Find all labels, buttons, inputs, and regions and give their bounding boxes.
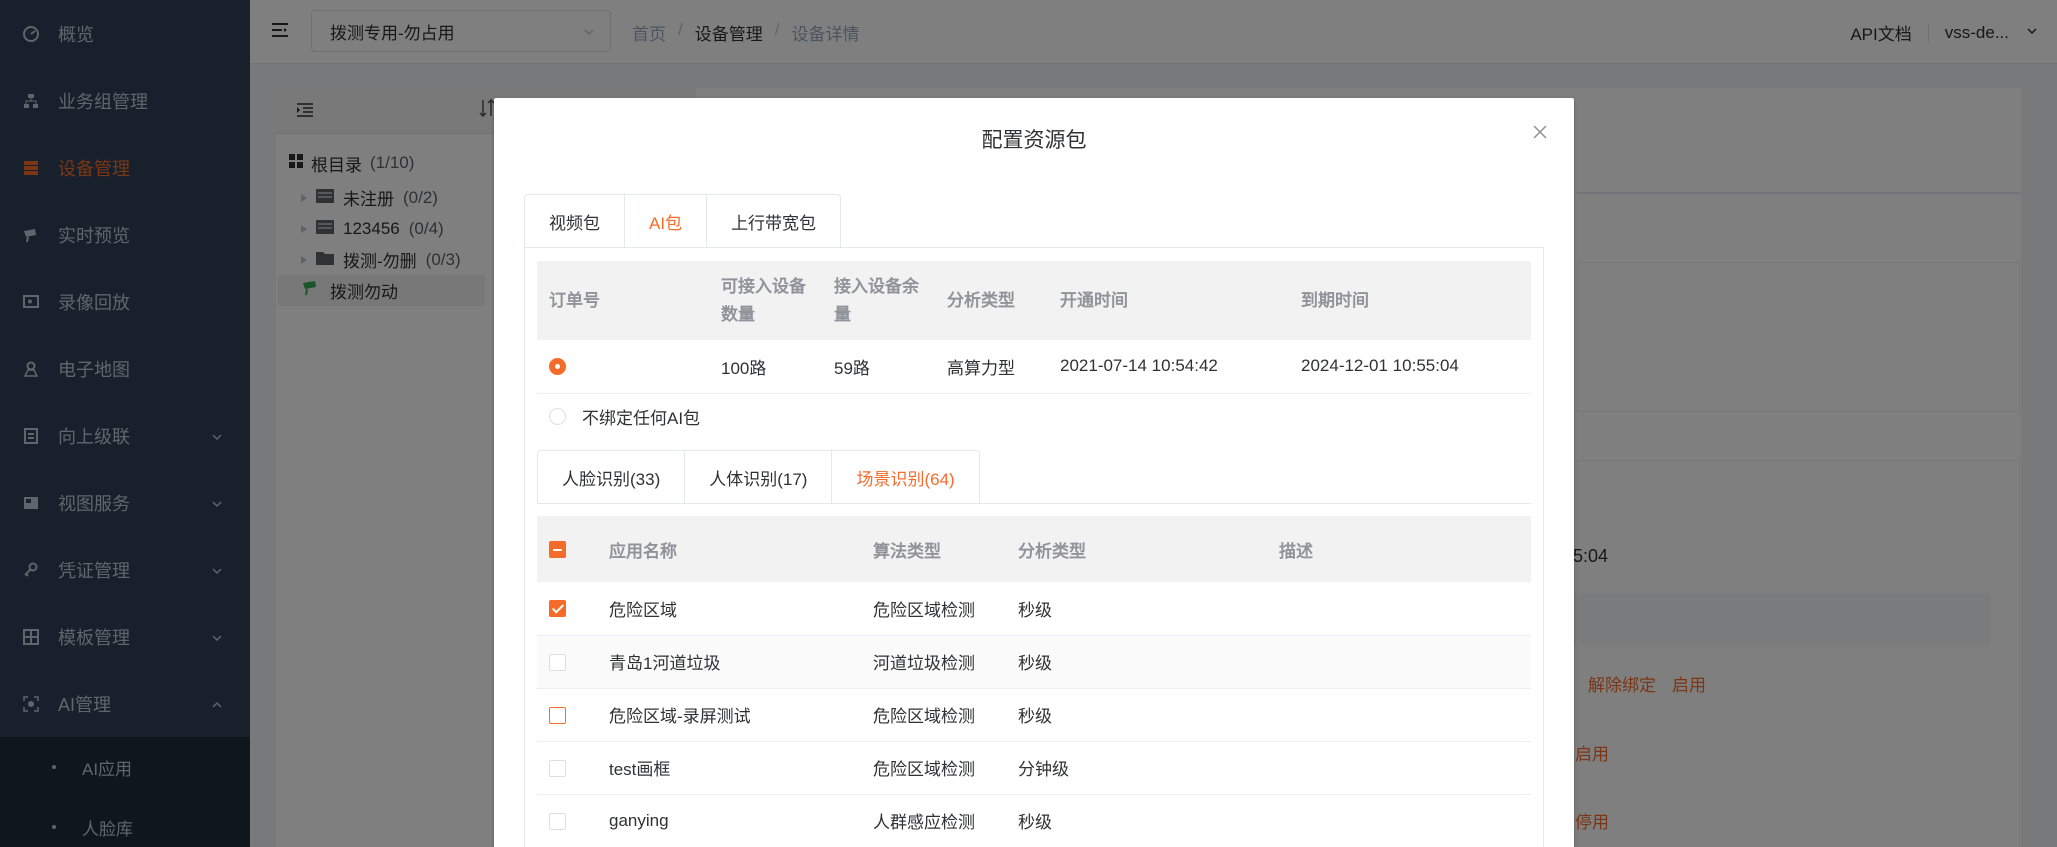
row-checkbox[interactable] xyxy=(549,706,566,724)
checkbox-cell xyxy=(537,794,597,847)
table-row[interactable]: test画框 危险区域检测 分钟级 xyxy=(537,741,1531,795)
type-cell: 秒级 xyxy=(1006,688,1267,742)
app-name-cell: ganying xyxy=(597,794,861,847)
table-header-row: 应用名称 算法类型 分析类型 描述 xyxy=(537,516,1531,582)
type-cell: 秒级 xyxy=(1006,635,1267,689)
row-checkbox[interactable] xyxy=(549,812,566,830)
desc-cell xyxy=(1267,635,1531,689)
col-app-name: 应用名称 xyxy=(597,516,861,582)
no-bind-radio[interactable] xyxy=(549,408,566,425)
tab-ai-package[interactable]: AI包 xyxy=(625,194,708,248)
desc-cell xyxy=(1267,582,1531,636)
col-analysis-type: 分析类型 xyxy=(1006,516,1267,582)
tab-bandwidth-package[interactable]: 上行带宽包 xyxy=(707,194,842,248)
ai-package-table: 订单号 可接入设备数量 接入设备余量 分析类型 开通时间 到期时间 100路 5… xyxy=(537,261,1531,394)
row-checkbox[interactable] xyxy=(549,653,566,671)
app-name-cell: 危险区域 xyxy=(597,582,861,636)
col-description: 描述 xyxy=(1267,516,1531,582)
app-name-cell: 青岛1河道垃圾 xyxy=(597,635,861,689)
tab-video-package[interactable]: 视频包 xyxy=(524,194,625,248)
col-end-time: 到期时间 xyxy=(1289,261,1531,340)
no-bind-option[interactable]: 不绑定任何AI包 xyxy=(549,404,700,429)
table-header-row: 订单号 可接入设备数量 接入设备余量 分析类型 开通时间 到期时间 xyxy=(537,261,1531,340)
algo-cell: 河道垃圾检测 xyxy=(861,635,1006,689)
remaining-cell: 59路 xyxy=(822,340,935,394)
type-cell: 秒级 xyxy=(1006,794,1267,847)
col-start-time: 开通时间 xyxy=(1048,261,1289,340)
row-checkbox[interactable] xyxy=(549,600,566,618)
col-algo-type: 算法类型 xyxy=(861,516,1006,582)
recognition-tabs: 人脸识别(33) 人体识别(17) 场景识别(64) xyxy=(537,450,980,504)
col-order-no: 订单号 xyxy=(537,261,709,340)
divider xyxy=(537,503,1531,504)
select-all-checkbox[interactable] xyxy=(549,541,566,559)
table-row[interactable]: 青岛1河道垃圾 河道垃圾检测 秒级 xyxy=(537,635,1531,689)
app-name-cell: test画框 xyxy=(597,741,861,795)
algo-cell: 危险区域检测 xyxy=(861,582,1006,636)
desc-cell xyxy=(1267,794,1531,847)
app-name-cell: 危险区域-录屏测试 xyxy=(597,688,861,742)
algo-cell: 危险区域检测 xyxy=(861,741,1006,795)
type-cell: 高算力型 xyxy=(935,340,1048,394)
select-all-cell xyxy=(537,516,597,582)
ai-app-table: 应用名称 算法类型 分析类型 描述 危险区域 危险区域检测 秒级 青岛1河道垃圾… xyxy=(537,516,1531,847)
algo-cell: 人群感应检测 xyxy=(861,794,1006,847)
table-row[interactable]: 100路 59路 高算力型 2021-07-14 10:54:42 2024-1… xyxy=(537,340,1531,394)
table-row[interactable]: 危险区域 危险区域检测 秒级 xyxy=(537,582,1531,636)
checkbox-cell xyxy=(537,635,597,689)
package-tabs: 视频包 AI包 上行带宽包 xyxy=(524,194,842,248)
dialog-title: 配置资源包 xyxy=(981,129,1087,152)
col-analysis-type: 分析类型 xyxy=(935,261,1048,340)
type-cell: 分钟级 xyxy=(1006,741,1267,795)
checkbox-cell xyxy=(537,741,597,795)
table-row[interactable]: ganying 人群感应检测 秒级 xyxy=(537,794,1531,847)
order-cell xyxy=(537,340,709,394)
desc-cell xyxy=(1267,688,1531,742)
checkbox-cell xyxy=(537,688,597,742)
algo-cell: 危险区域检测 xyxy=(861,688,1006,742)
config-package-dialog: 配置资源包 视频包 AI包 上行带宽包 订单号 可接入设备数量 接入设备余量 分… xyxy=(494,98,1574,847)
col-capacity: 可接入设备数量 xyxy=(709,261,822,340)
tab-face-recognition[interactable]: 人脸识别(33) xyxy=(537,450,686,504)
checkbox-cell xyxy=(537,582,597,636)
table-row[interactable]: 危险区域-录屏测试 危险区域检测 秒级 xyxy=(537,688,1531,742)
row-checkbox[interactable] xyxy=(549,759,566,777)
tab-scene-recognition[interactable]: 场景识别(64) xyxy=(832,450,980,504)
capacity-cell: 100路 xyxy=(709,340,822,394)
end-cell: 2024-12-01 10:55:04 xyxy=(1289,340,1531,394)
col-remaining: 接入设备余量 xyxy=(822,261,935,340)
close-icon[interactable] xyxy=(1532,124,1548,140)
tab-body-recognition[interactable]: 人体识别(17) xyxy=(685,450,833,504)
start-cell: 2021-07-14 10:54:42 xyxy=(1048,340,1289,394)
type-cell: 秒级 xyxy=(1006,582,1267,636)
no-bind-label: 不绑定任何AI包 xyxy=(582,409,701,428)
package-radio[interactable] xyxy=(549,358,566,376)
desc-cell xyxy=(1267,741,1531,795)
